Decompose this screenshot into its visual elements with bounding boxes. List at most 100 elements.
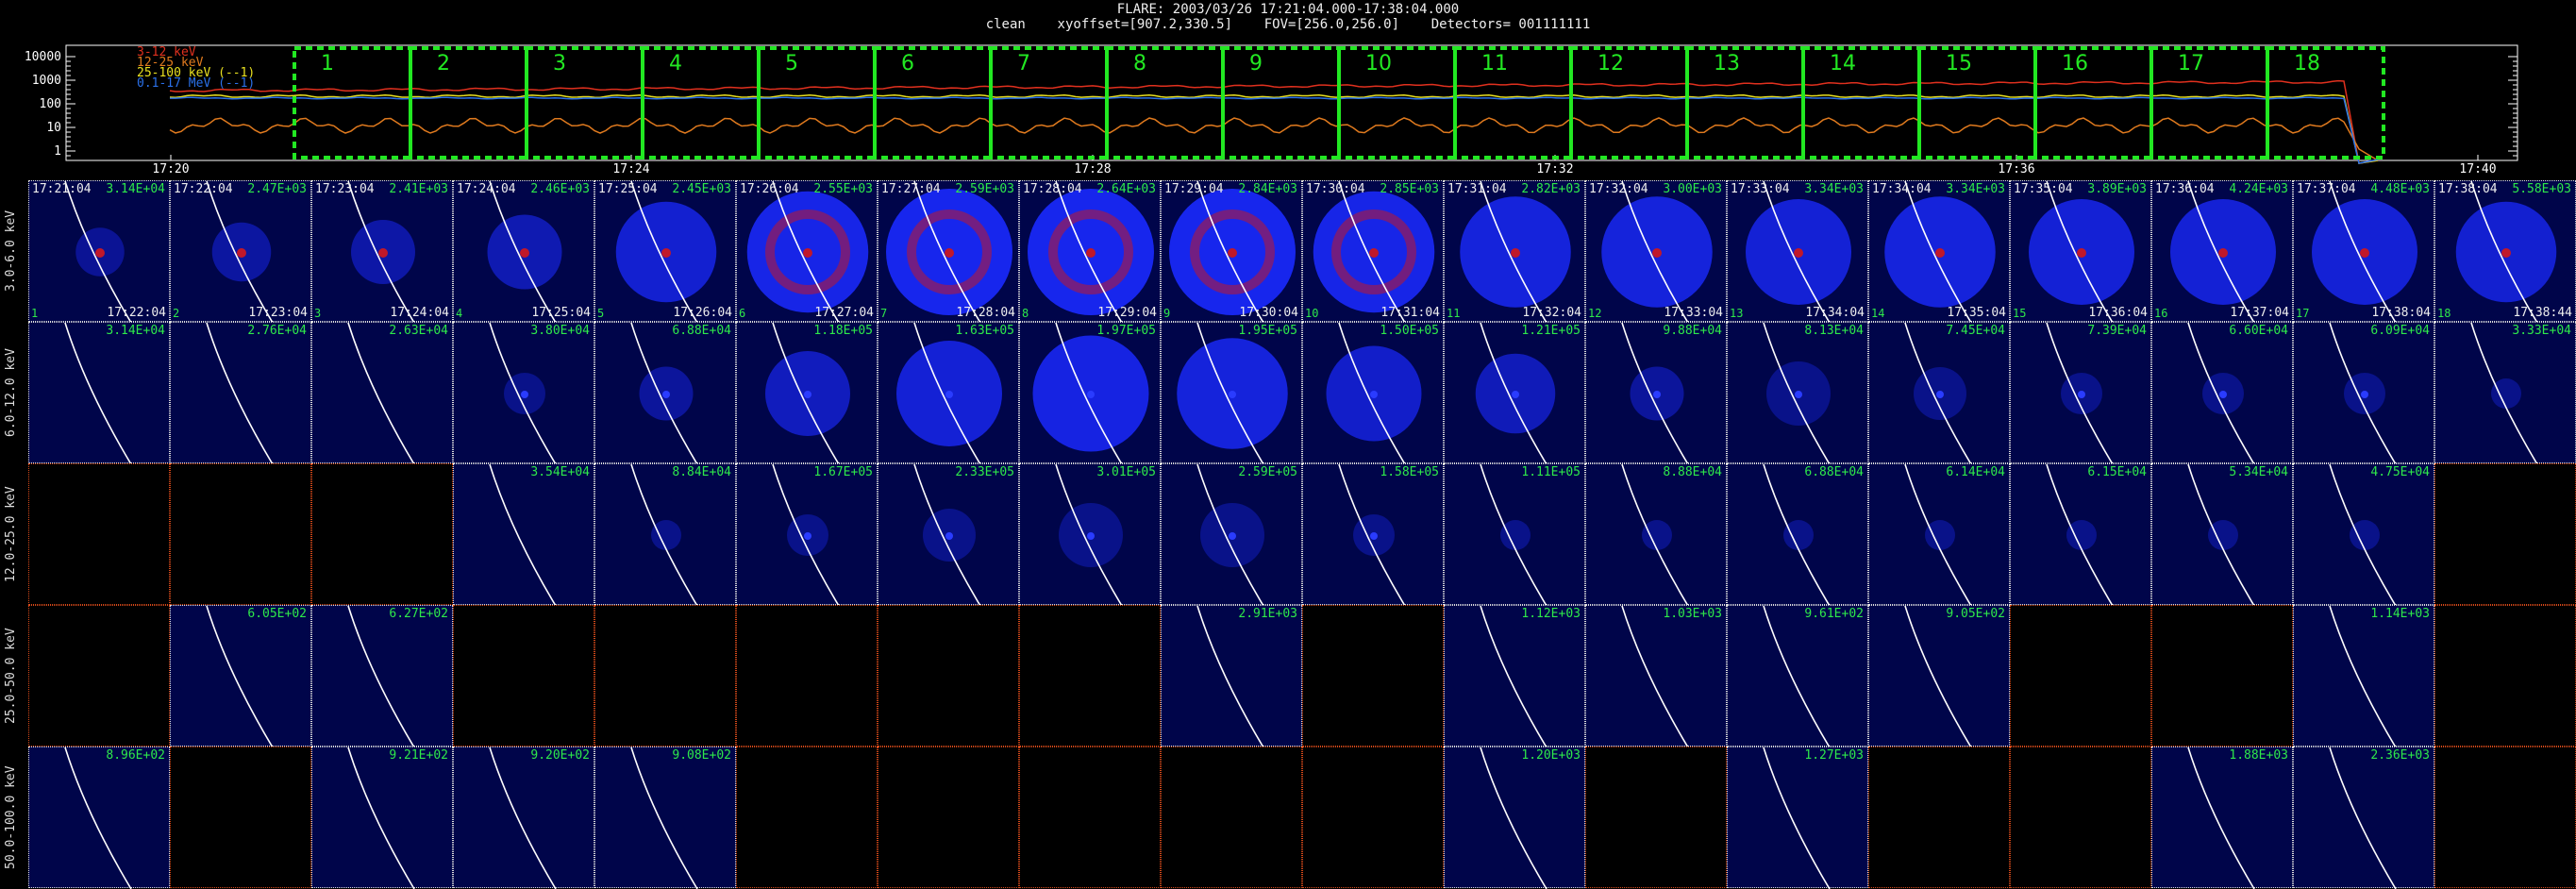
spectral-image-cell[interactable]: 1.58E+05 bbox=[1302, 463, 1444, 606]
image-render bbox=[886, 181, 1012, 323]
peak-flux-label: 2.84E+03 bbox=[1238, 182, 1297, 196]
spectral-image-cell[interactable]: 1.03E+03 bbox=[1585, 605, 1727, 747]
source-core bbox=[1512, 391, 1519, 398]
empty-image-cell[interactable] bbox=[878, 605, 1019, 746]
spectral-image-cell[interactable]: 6.14E+04 bbox=[1868, 463, 2010, 606]
spectral-image-cell[interactable]: 5.58E+03 17:38:04 17:38:44 18 bbox=[2434, 180, 2576, 323]
peak-flux-label: 1.67E+05 bbox=[813, 465, 873, 479]
spectral-image-cell[interactable]: 1.95E+05 bbox=[1161, 322, 1302, 464]
spectral-image-cell[interactable]: 1.11E+05 bbox=[1444, 463, 1585, 606]
spectral-image-cell[interactable]: 2.41E+03 17:23:04 17:24:04 3 bbox=[311, 180, 453, 323]
spectral-image-cell[interactable]: 3.54E+04 bbox=[453, 463, 594, 606]
image-render bbox=[630, 323, 698, 464]
empty-image-cell[interactable] bbox=[594, 605, 736, 746]
empty-image-cell[interactable] bbox=[1302, 605, 1444, 746]
empty-image-cell[interactable] bbox=[1868, 746, 2010, 888]
spectral-image-cell[interactable]: 3.34E+03 17:33:04 17:34:04 13 bbox=[1727, 180, 1868, 323]
empty-image-cell[interactable] bbox=[2434, 463, 2576, 605]
empty-image-cell[interactable] bbox=[2010, 605, 2151, 746]
empty-image-cell[interactable] bbox=[170, 746, 311, 888]
spectral-image-cell[interactable]: 3.00E+03 17:32:04 17:33:04 12 bbox=[1585, 180, 1727, 323]
spectral-image-cell[interactable]: 3.14E+04 bbox=[28, 322, 170, 464]
spectral-image-cell[interactable]: 2.63E+04 bbox=[311, 322, 453, 464]
empty-image-cell[interactable] bbox=[170, 463, 311, 605]
spectral-image-cell[interactable]: 7.45E+04 bbox=[1868, 322, 2010, 464]
spectral-image-cell[interactable]: 3.14E+04 17:21:04 17:22:04 1 bbox=[28, 180, 170, 323]
spectral-image-cell[interactable]: 9.61E+02 bbox=[1727, 605, 1868, 747]
spectral-image-cell[interactable]: 9.21E+02 bbox=[311, 746, 453, 889]
spectral-image-cell[interactable]: 9.05E+02 bbox=[1868, 605, 2010, 747]
spectral-image-cell[interactable]: 1.97E+05 bbox=[1019, 322, 1161, 464]
spectral-image-cell[interactable]: 2.84E+03 17:29:04 17:30:04 9 bbox=[1161, 180, 1302, 323]
spectral-image-cell[interactable]: 6.88E+04 bbox=[594, 322, 736, 464]
interval-end-time: 17:38:04 bbox=[2371, 306, 2431, 320]
spectral-image-cell[interactable]: 6.60E+04 bbox=[2151, 322, 2293, 464]
spectral-image-cell[interactable]: 2.55E+03 17:26:04 17:27:04 6 bbox=[736, 180, 878, 323]
empty-image-cell[interactable] bbox=[453, 605, 594, 746]
spectral-image-cell[interactable]: 4.75E+04 bbox=[2293, 463, 2434, 606]
spectral-image-cell[interactable]: 1.27E+03 bbox=[1727, 746, 1868, 889]
empty-image-cell[interactable] bbox=[878, 746, 1019, 888]
empty-image-cell[interactable] bbox=[311, 463, 453, 605]
spectral-image-cell[interactable]: 5.34E+04 bbox=[2151, 463, 2293, 606]
spectral-image-cell[interactable]: 1.67E+05 bbox=[736, 463, 878, 606]
spectral-image-cell[interactable]: 2.47E+03 17:22:04 17:23:04 2 bbox=[170, 180, 311, 323]
spectral-image-cell[interactable]: 1.14E+03 bbox=[2293, 605, 2434, 747]
empty-image-cell[interactable] bbox=[2434, 605, 2576, 746]
spectral-image-cell[interactable]: 6.88E+04 bbox=[1727, 463, 1868, 606]
solar-limb bbox=[347, 323, 415, 464]
spectral-image-cell[interactable]: 2.91E+03 bbox=[1161, 605, 1302, 747]
spectral-image-cell[interactable]: 2.45E+03 17:25:04 17:26:04 5 bbox=[594, 180, 736, 323]
spectral-image-cell[interactable]: 3.89E+03 17:35:04 17:36:04 15 bbox=[2010, 180, 2151, 323]
source-core bbox=[1370, 532, 1378, 540]
spectral-image-cell[interactable]: 1.12E+03 bbox=[1444, 605, 1585, 747]
empty-image-cell[interactable] bbox=[736, 605, 878, 746]
spectral-image-cell[interactable]: 2.76E+04 bbox=[170, 322, 311, 464]
spectral-image-cell[interactable]: 6.05E+02 bbox=[170, 605, 311, 747]
empty-image-cell[interactable] bbox=[28, 605, 170, 746]
spectral-image-cell[interactable]: 8.96E+02 bbox=[28, 746, 170, 889]
spectral-image-cell[interactable]: 2.82E+03 17:31:04 17:32:04 11 bbox=[1444, 180, 1585, 323]
spectral-image-cell[interactable]: 1.88E+03 bbox=[2151, 746, 2293, 889]
empty-image-cell[interactable] bbox=[2151, 605, 2293, 746]
spectral-image-cell[interactable]: 3.80E+04 bbox=[453, 322, 594, 464]
spectral-image-cell[interactable]: 7.39E+04 bbox=[2010, 322, 2151, 464]
spectral-image-cell[interactable]: 2.36E+03 bbox=[2293, 746, 2434, 889]
spectral-image-cell[interactable]: 2.59E+05 bbox=[1161, 463, 1302, 606]
spectral-image-cell[interactable]: 2.33E+05 bbox=[878, 463, 1019, 606]
empty-image-cell[interactable] bbox=[2434, 746, 2576, 888]
empty-image-cell[interactable] bbox=[1161, 746, 1302, 888]
spectral-image-cell[interactable]: 1.18E+05 bbox=[736, 322, 878, 464]
spectral-image-cell[interactable]: 6.27E+02 bbox=[311, 605, 453, 747]
spectral-image-cell[interactable]: 6.15E+04 bbox=[2010, 463, 2151, 606]
spectral-image-cell[interactable]: 9.08E+02 bbox=[594, 746, 736, 889]
spectral-image-cell[interactable]: 1.50E+05 bbox=[1302, 322, 1444, 464]
spectral-image-cell[interactable]: 3.33E+04 bbox=[2434, 322, 2576, 464]
empty-image-cell[interactable] bbox=[2010, 746, 2151, 888]
spectral-image-cell[interactable]: 1.21E+05 bbox=[1444, 322, 1585, 464]
empty-image-cell[interactable] bbox=[1585, 746, 1727, 888]
spectral-image-cell[interactable]: 2.46E+03 17:24:04 17:25:04 4 bbox=[453, 180, 594, 323]
empty-image-cell[interactable] bbox=[28, 463, 170, 605]
peak-flux-label: 6.27E+02 bbox=[389, 607, 448, 621]
spectral-image-cell[interactable]: 6.09E+04 bbox=[2293, 322, 2434, 464]
spectral-image-cell[interactable]: 3.01E+05 bbox=[1019, 463, 1161, 606]
spectral-image-cell[interactable]: 4.48E+03 17:37:04 17:38:04 17 bbox=[2293, 180, 2434, 323]
spectral-image-cell[interactable]: 8.13E+04 bbox=[1727, 322, 1868, 464]
empty-image-cell[interactable] bbox=[1019, 746, 1161, 888]
spectral-image-cell[interactable]: 9.88E+04 bbox=[1585, 322, 1727, 464]
spectral-image-cell[interactable]: 8.84E+04 bbox=[594, 463, 736, 606]
spectral-image-cell[interactable]: 9.20E+02 bbox=[453, 746, 594, 889]
source-core bbox=[521, 391, 528, 398]
spectral-image-cell[interactable]: 2.59E+03 17:27:04 17:28:04 7 bbox=[878, 180, 1019, 323]
spectral-image-cell[interactable]: 4.24E+03 17:36:04 17:37:04 16 bbox=[2151, 180, 2293, 323]
spectral-image-cell[interactable]: 8.88E+04 bbox=[1585, 463, 1727, 606]
empty-image-cell[interactable] bbox=[736, 746, 878, 888]
spectral-image-cell[interactable]: 2.64E+03 17:28:04 17:29:04 8 bbox=[1019, 180, 1161, 323]
spectral-image-cell[interactable]: 2.85E+03 17:30:04 17:31:04 10 bbox=[1302, 180, 1444, 323]
spectral-image-cell[interactable]: 1.63E+05 bbox=[878, 322, 1019, 464]
spectral-image-cell[interactable]: 1.20E+03 bbox=[1444, 746, 1585, 889]
empty-image-cell[interactable] bbox=[1019, 605, 1161, 746]
empty-image-cell[interactable] bbox=[1302, 746, 1444, 888]
spectral-image-cell[interactable]: 3.34E+03 17:34:04 17:35:04 14 bbox=[1868, 180, 2010, 323]
